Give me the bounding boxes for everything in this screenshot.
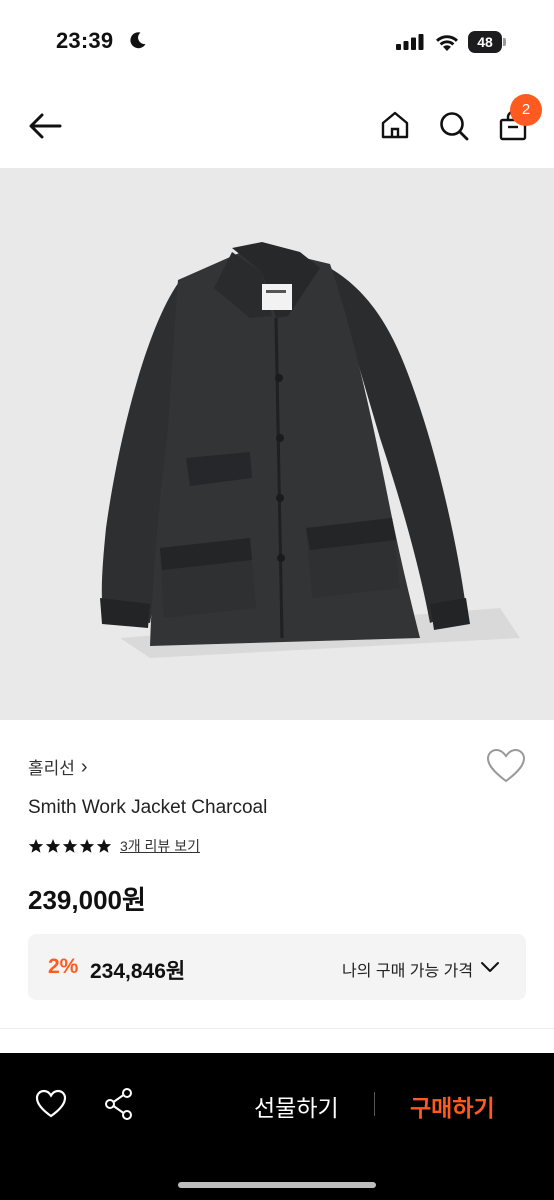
jacket-illustration: [100, 242, 520, 658]
rating-row: 3개 리뷰 보기: [28, 836, 200, 856]
status-time: 23:39: [56, 28, 114, 53]
back-arrow-icon[interactable]: [28, 112, 62, 140]
wifi-icon: [436, 35, 458, 51]
buy-button[interactable]: 구매하기: [410, 1089, 495, 1123]
moon-icon: [130, 32, 146, 49]
star-icon: [62, 839, 78, 853]
bottom-action-bar: 선물하기 구매하기: [0, 1053, 554, 1200]
share-icon[interactable]: [104, 1087, 134, 1121]
signal-icon: [396, 34, 424, 50]
status-bar: 23:39 48: [0, 0, 554, 84]
cart-count-badge: 2: [510, 94, 542, 126]
star-icon: [96, 839, 112, 853]
star-icon: [79, 839, 95, 853]
rating-stars: [28, 838, 112, 854]
chevron-down-icon: [481, 962, 499, 972]
product-name: Smith Work Jacket Charcoal: [28, 797, 268, 818]
wishlist-heart-icon[interactable]: [486, 748, 526, 784]
section-divider: [0, 1028, 554, 1029]
brand-link[interactable]: 홀리선 ›: [28, 754, 88, 779]
star-icon: [45, 839, 61, 853]
my-price-label: 나의 구매 가능 가격: [342, 963, 474, 980]
battery-level: 48: [477, 34, 493, 50]
brand-name: 홀리선: [28, 759, 75, 778]
search-icon[interactable]: [438, 110, 470, 142]
chevron-right-icon: ›: [80, 755, 88, 778]
gift-button[interactable]: 선물하기: [254, 1089, 339, 1123]
review-link[interactable]: 3개 리뷰 보기: [120, 836, 200, 856]
home-indicator: [178, 1182, 376, 1188]
product-price: 239,000원: [28, 885, 146, 915]
discount-price: 234,846원: [90, 960, 186, 983]
star-icon: [28, 839, 44, 853]
button-separator: [374, 1092, 375, 1116]
product-image[interactable]: [0, 168, 554, 720]
my-price-box[interactable]: 2% 234,846원 나의 구매 가능 가격: [28, 934, 526, 1000]
home-icon[interactable]: [380, 110, 410, 140]
heart-icon[interactable]: [35, 1089, 67, 1119]
battery-icon: 48: [468, 31, 506, 53]
discount-rate: 2%: [48, 955, 79, 978]
top-nav: [0, 84, 554, 168]
